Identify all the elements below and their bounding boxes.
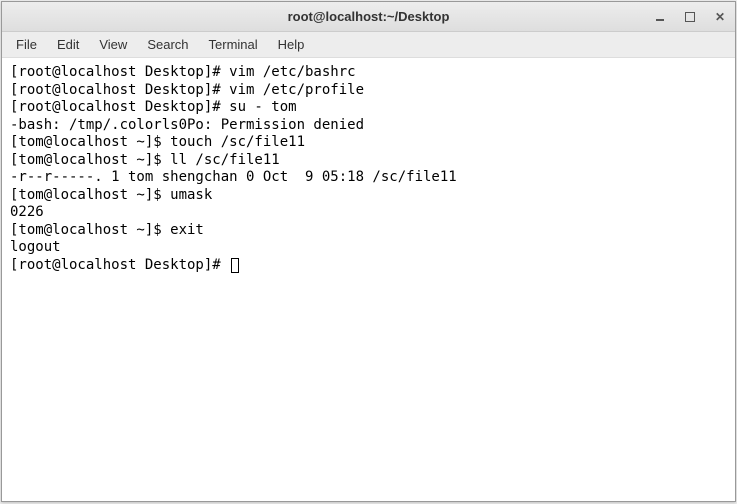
- terminal-line: [root@localhost Desktop]#: [10, 257, 727, 275]
- terminal-line: [tom@localhost ~]$ touch /sc/file11: [10, 134, 727, 152]
- menu-terminal[interactable]: Terminal: [199, 34, 268, 55]
- menu-search[interactable]: Search: [137, 34, 198, 55]
- terminal-line: 0226: [10, 204, 727, 222]
- terminal-line: [tom@localhost ~]$ exit: [10, 222, 727, 240]
- terminal-line: [tom@localhost ~]$ umask: [10, 187, 727, 205]
- terminal-line: -r--r-----. 1 tom shengchan 0 Oct 9 05:1…: [10, 169, 727, 187]
- terminal-line: [root@localhost Desktop]# su - tom: [10, 99, 727, 117]
- cursor-icon: [231, 258, 239, 273]
- minimize-icon[interactable]: [651, 8, 669, 26]
- menu-view[interactable]: View: [89, 34, 137, 55]
- menu-edit[interactable]: Edit: [47, 34, 89, 55]
- window-controls: [651, 8, 729, 26]
- menubar: File Edit View Search Terminal Help: [2, 32, 735, 58]
- terminal-line: [root@localhost Desktop]# vim /etc/bashr…: [10, 64, 727, 82]
- terminal-window: root@localhost:~/Desktop File Edit View …: [1, 1, 736, 502]
- titlebar[interactable]: root@localhost:~/Desktop: [2, 2, 735, 32]
- terminal-line: [tom@localhost ~]$ ll /sc/file11: [10, 152, 727, 170]
- terminal-line: [root@localhost Desktop]# vim /etc/profi…: [10, 82, 727, 100]
- terminal-output[interactable]: [root@localhost Desktop]# vim /etc/bashr…: [2, 58, 735, 501]
- maximize-icon[interactable]: [681, 8, 699, 26]
- menu-help[interactable]: Help: [268, 34, 315, 55]
- menu-file[interactable]: File: [6, 34, 47, 55]
- close-icon[interactable]: [711, 8, 729, 26]
- terminal-line: -bash: /tmp/.colorls0Po: Permission deni…: [10, 117, 727, 135]
- window-title: root@localhost:~/Desktop: [2, 9, 735, 24]
- terminal-line: logout: [10, 239, 727, 257]
